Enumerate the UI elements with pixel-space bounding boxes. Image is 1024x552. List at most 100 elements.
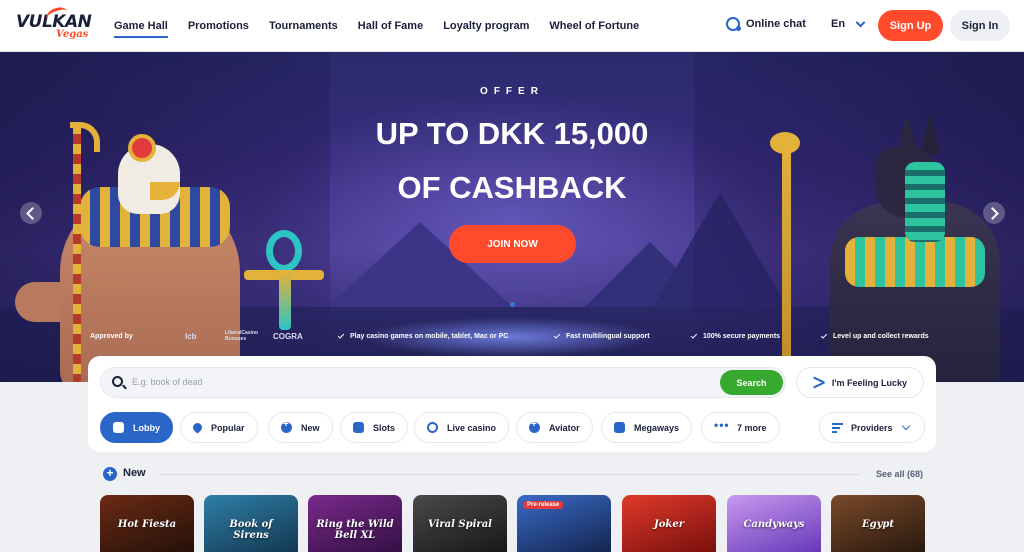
lobby-icon xyxy=(113,422,124,433)
check-icon xyxy=(820,331,828,339)
category-label: Slots xyxy=(373,422,396,433)
top-header: VULKAN Vegas Game Hall Promotions Tourna… xyxy=(0,0,1024,52)
category-label: New xyxy=(301,422,320,433)
chevron-down-icon xyxy=(855,17,866,27)
game-title: Egypt xyxy=(861,519,895,530)
category-slots[interactable]: Slots xyxy=(340,412,409,443)
sign-up-button[interactable]: Sign Up xyxy=(878,10,943,41)
filter-icon xyxy=(832,423,843,433)
feature-text: 100% secure payments xyxy=(703,332,781,340)
nav-promotions[interactable]: Promotions xyxy=(188,0,249,52)
category-lobby[interactable]: Lobby xyxy=(100,412,173,443)
hero-headline-line1: UP TO DKK 15,000 xyxy=(375,116,649,151)
search-icon xyxy=(112,376,123,387)
carousel-next-arrow-icon[interactable] xyxy=(983,202,1005,224)
game-tile[interactable]: Ring the Wild Bell XL xyxy=(308,495,402,552)
game-title: Book of Sirens xyxy=(229,519,273,541)
game-tile[interactable]: Book of Sirens xyxy=(204,495,298,552)
see-all-link[interactable]: See all (68) xyxy=(876,469,923,479)
game-title: Viral Spiral xyxy=(428,519,492,530)
online-chat-label: Online chat xyxy=(746,18,806,30)
category-popular[interactable]: Popular xyxy=(180,412,258,443)
check-icon xyxy=(553,331,561,339)
heart-icon xyxy=(191,421,204,434)
game-title: Hot Fiesta xyxy=(117,519,177,530)
game-tile[interactable]: Viral Spiral xyxy=(413,495,507,552)
game-title: Joker xyxy=(654,519,684,530)
online-chat-link[interactable]: Online chat xyxy=(726,17,806,31)
new-section-plus-icon: + xyxy=(103,467,117,481)
approved-by-label: Approved by xyxy=(90,332,133,340)
ankh-stem xyxy=(279,272,291,330)
providers-label: Providers xyxy=(851,422,893,433)
feature-text: Fast multilingual support xyxy=(566,332,650,340)
shuffle-icon xyxy=(813,378,825,387)
category-label: Megaways xyxy=(634,422,680,433)
game-tile[interactable]: Egypt xyxy=(831,495,925,552)
pre-release-badge: Pre-release xyxy=(523,501,564,509)
check-icon xyxy=(337,331,345,339)
ecogra-logo: COGRA xyxy=(273,331,303,341)
category-more[interactable]: ••• 7 more xyxy=(701,412,780,443)
feeling-lucky-button[interactable]: I'm Feeling Lucky xyxy=(796,367,924,398)
feeling-lucky-label: I'm Feeling Lucky xyxy=(831,377,908,388)
liberal-casino-logo: LiberalCasino Bonuses xyxy=(225,330,259,342)
main-nav: Game Hall Promotions Tournaments Hall of… xyxy=(114,0,659,52)
category-label: Popular xyxy=(211,422,245,433)
hero-headline-line2: OF CASHBACK xyxy=(397,170,627,205)
category-aviator[interactable]: Aviator xyxy=(516,412,593,443)
feature-rewards: Level up and collect rewards xyxy=(820,331,929,340)
feature-text: Level up and collect rewards xyxy=(833,332,929,340)
game-tile[interactable]: Candyways xyxy=(727,495,821,552)
megaways-icon xyxy=(614,422,625,433)
feature-devices: Play casino games on mobile, tablet, Mac… xyxy=(337,331,509,340)
category-new[interactable]: New xyxy=(268,412,333,443)
category-label: Aviator xyxy=(549,422,580,433)
providers-dropdown[interactable]: Providers xyxy=(819,412,925,443)
category-label: Lobby xyxy=(133,422,160,433)
category-label: 7 more xyxy=(737,422,767,433)
feature-support: Fast multilingual support xyxy=(553,331,650,340)
nav-hall-of-fame[interactable]: Hall of Fame xyxy=(358,0,423,52)
lcb-logo: lcb xyxy=(185,331,197,341)
aviator-icon xyxy=(529,419,540,433)
game-tile[interactable]: Hot Fiesta xyxy=(100,495,194,552)
more-dots-icon: ••• xyxy=(714,418,730,432)
trust-bar: Approved by lcb LiberalCasino Bonuses CO… xyxy=(0,326,1024,346)
game-tile[interactable]: Pre-release xyxy=(517,495,611,552)
nav-wheel-of-fortune[interactable]: Wheel of Fortune xyxy=(549,0,639,52)
page: VULKAN Vegas Game Hall Promotions Tourna… xyxy=(0,0,1024,552)
logo-sub: Vegas xyxy=(56,29,89,40)
language-selector[interactable]: En xyxy=(831,17,866,30)
check-icon xyxy=(690,331,698,339)
feature-payments: 100% secure payments xyxy=(690,331,781,340)
chat-headset-icon xyxy=(726,17,741,31)
anubis-collar xyxy=(845,237,985,287)
join-now-button[interactable]: JOIN NOW xyxy=(449,225,576,263)
language-label: En xyxy=(831,18,846,30)
section-title: New xyxy=(123,467,146,479)
vulkan-vegas-logo[interactable]: VULKAN Vegas xyxy=(16,4,96,44)
game-title: Ring the Wild Bell XL xyxy=(316,519,394,541)
category-megaways[interactable]: Megaways xyxy=(601,412,693,443)
category-label: Live casino xyxy=(447,422,497,433)
slots-icon xyxy=(353,422,364,433)
nav-tournaments[interactable]: Tournaments xyxy=(269,0,338,52)
carousel-prev-arrow-icon[interactable] xyxy=(20,202,42,224)
category-live-casino[interactable]: Live casino xyxy=(414,412,510,443)
offer-label: OFFER xyxy=(480,86,544,97)
carousel-dot[interactable] xyxy=(510,302,515,307)
plus-icon xyxy=(281,419,292,433)
search-button[interactable]: Search xyxy=(720,370,783,395)
search-input[interactable] xyxy=(132,372,692,392)
nav-game-hall[interactable]: Game Hall xyxy=(114,0,168,52)
ankh-icon xyxy=(266,230,302,272)
game-tile[interactable]: Joker xyxy=(622,495,716,552)
feature-text: Play casino games on mobile, tablet, Mac… xyxy=(350,332,509,340)
nav-loyalty-program[interactable]: Loyalty program xyxy=(443,0,529,52)
sign-in-button[interactable]: Sign In xyxy=(950,10,1010,41)
game-title: Candyways xyxy=(743,519,805,530)
chevron-down-icon xyxy=(901,421,910,431)
section-divider xyxy=(160,474,860,475)
hero-banner: OFFER UP TO DKK 15,000 OF CASHBACK JOIN … xyxy=(0,52,1024,382)
